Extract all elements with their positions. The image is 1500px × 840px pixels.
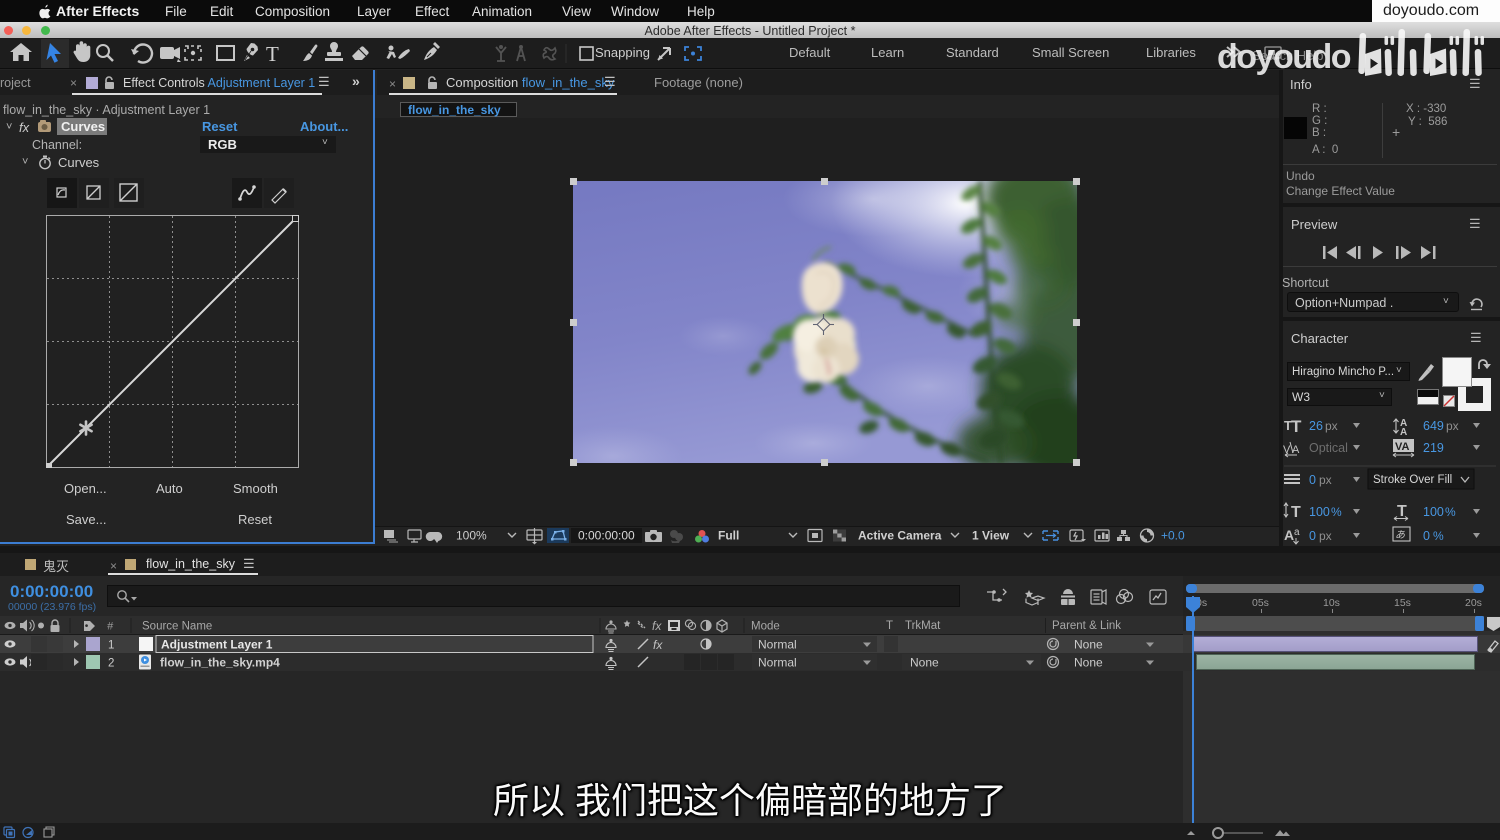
svg-text:0:00:00:00: 0:00:00:00 <box>578 529 635 543</box>
svg-text:None: None <box>1074 656 1103 670</box>
svg-text:Adjustment Layer 1: Adjustment Layer 1 <box>161 638 273 652</box>
svg-text:100%: 100% <box>456 529 487 543</box>
svg-text:+0.0: +0.0 <box>1161 529 1185 543</box>
svg-text:100: 100 <box>1423 505 1444 519</box>
svg-text:0: 0 <box>1309 529 1316 543</box>
svg-text:#: # <box>107 621 114 633</box>
svg-text:Normal: Normal <box>758 656 797 670</box>
svg-text:fx: fx <box>653 638 663 652</box>
svg-text:Stroke Over Fill: Stroke Over Fill <box>1373 474 1452 486</box>
svg-text:Full: Full <box>718 529 739 543</box>
svg-text:fx: fx <box>652 619 662 633</box>
svg-text:Normal: Normal <box>758 638 797 652</box>
svg-text:T: T <box>1291 417 1302 436</box>
svg-text:px: px <box>1325 419 1338 433</box>
svg-text:T: T <box>266 42 279 66</box>
svg-text:T: T <box>1291 504 1301 521</box>
svg-text:%: % <box>1331 505 1342 519</box>
svg-text:None: None <box>1074 638 1103 652</box>
svg-text:None: None <box>910 656 939 670</box>
svg-text:1 View: 1 View <box>972 529 1010 543</box>
svg-text:0: 0 <box>1423 529 1430 543</box>
svg-text:あ: あ <box>1395 530 1405 541</box>
svg-text:1: 1 <box>108 640 114 652</box>
svg-text:649: 649 <box>1423 419 1444 433</box>
svg-text:px: px <box>1319 473 1332 487</box>
svg-text:A: A <box>1292 444 1300 456</box>
svg-text:T: T <box>1397 503 1407 520</box>
svg-text:flow_in_the_sky.mp4: flow_in_the_sky.mp4 <box>160 656 280 670</box>
svg-text:100: 100 <box>1309 505 1330 519</box>
svg-text:px: px <box>1319 529 1332 543</box>
svg-text:A: A <box>1284 527 1294 543</box>
svg-text:Mode: Mode <box>751 621 780 633</box>
svg-text:2: 2 <box>108 658 114 670</box>
svg-text:Optical: Optical <box>1309 441 1348 455</box>
svg-text:px: px <box>1446 419 1459 433</box>
svg-text:VA: VA <box>1395 441 1410 453</box>
svg-text:26: 26 <box>1309 419 1323 433</box>
svg-text:219: 219 <box>1423 441 1444 455</box>
svg-text:%: % <box>1445 505 1456 519</box>
svg-text:Active Camera: Active Camera <box>858 529 942 543</box>
svg-text:Source Name: Source Name <box>142 621 212 633</box>
svg-text:%: % <box>1433 529 1444 543</box>
svg-text:a: a <box>1294 527 1300 538</box>
svg-text:0: 0 <box>1309 473 1316 487</box>
svg-text:A: A <box>1400 427 1407 438</box>
